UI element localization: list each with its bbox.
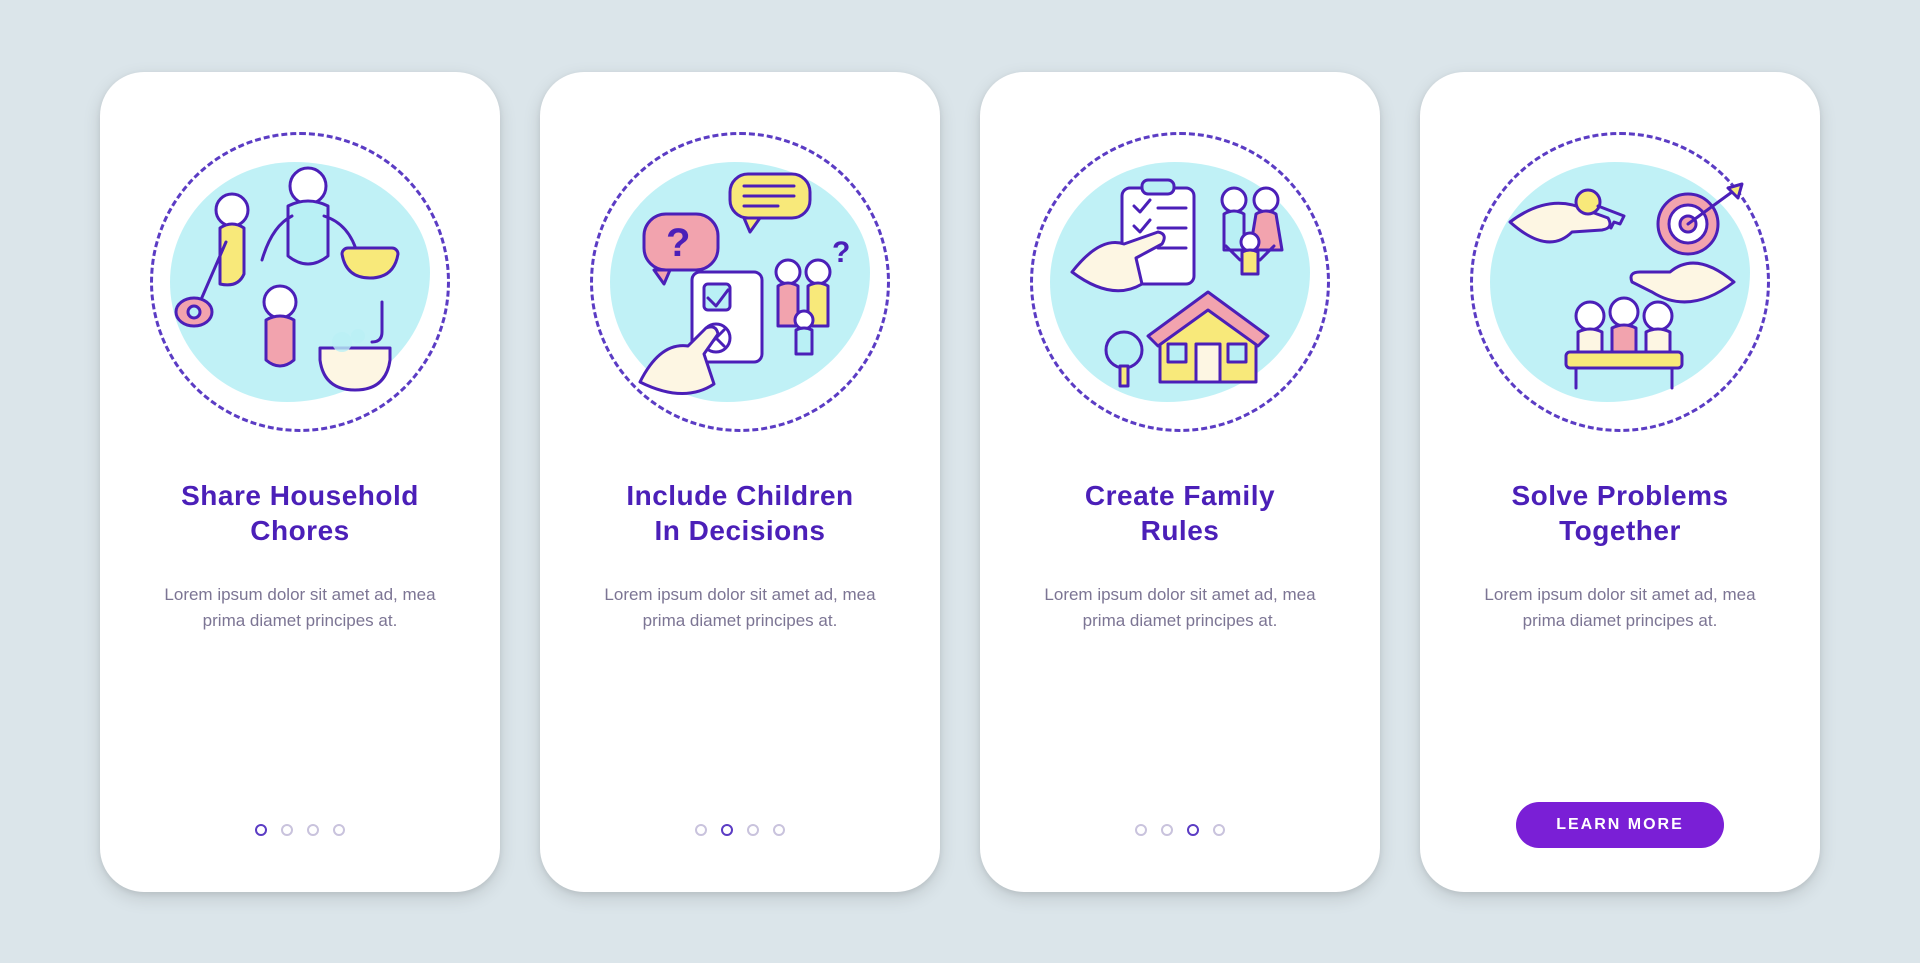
svg-text:?: ? (832, 236, 850, 269)
onboarding-screen-decisions: ? ? Include Children In Decisions Lor (540, 72, 940, 892)
family-chores-illustration (150, 132, 450, 432)
page-dot-4[interactable] (333, 824, 345, 836)
rules-icon (1050, 152, 1310, 412)
page-dot-2[interactable] (721, 824, 733, 836)
page-indicator (1135, 824, 1225, 836)
svg-text:?: ? (666, 221, 690, 265)
page-dot-2[interactable] (1161, 824, 1173, 836)
family-rules-illustration (1030, 132, 1330, 432)
screen-description: Lorem ipsum dolor sit amet ad, mea prima… (145, 582, 455, 635)
onboarding-screen-solve: Solve Problems Together Lorem ipsum dolo… (1420, 72, 1820, 892)
onboarding-screen-chores: Share Household Chores Lorem ipsum dolor… (100, 72, 500, 892)
solve-icon (1490, 152, 1750, 412)
page-dot-3[interactable] (307, 824, 319, 836)
chores-icon (170, 152, 430, 412)
learn-more-button[interactable]: LEARN MORE (1516, 802, 1724, 848)
solve-problems-illustration (1470, 132, 1770, 432)
decisions-icon: ? ? (610, 152, 870, 412)
screen-description: Lorem ipsum dolor sit amet ad, mea prima… (1465, 582, 1775, 635)
onboarding-screen-rules: Create Family Rules Lorem ipsum dolor si… (980, 72, 1380, 892)
page-dot-3[interactable] (1187, 824, 1199, 836)
screen-description: Lorem ipsum dolor sit amet ad, mea prima… (1025, 582, 1335, 635)
page-indicator (695, 824, 785, 836)
page-dot-1[interactable] (255, 824, 267, 836)
screen-description: Lorem ipsum dolor sit amet ad, mea prima… (585, 582, 895, 635)
page-indicator (255, 824, 345, 836)
onboarding-stage: Share Household Chores Lorem ipsum dolor… (60, 32, 1860, 932)
page-dot-1[interactable] (1135, 824, 1147, 836)
children-decisions-illustration: ? ? (590, 132, 890, 432)
screen-title: Solve Problems Together (1511, 478, 1728, 548)
screen-title: Share Household Chores (181, 478, 419, 548)
page-dot-3[interactable] (747, 824, 759, 836)
page-dot-4[interactable] (773, 824, 785, 836)
screen-title: Include Children In Decisions (626, 478, 853, 548)
page-dot-1[interactable] (695, 824, 707, 836)
page-dot-4[interactable] (1213, 824, 1225, 836)
page-dot-2[interactable] (281, 824, 293, 836)
screen-title: Create Family Rules (1085, 478, 1275, 548)
